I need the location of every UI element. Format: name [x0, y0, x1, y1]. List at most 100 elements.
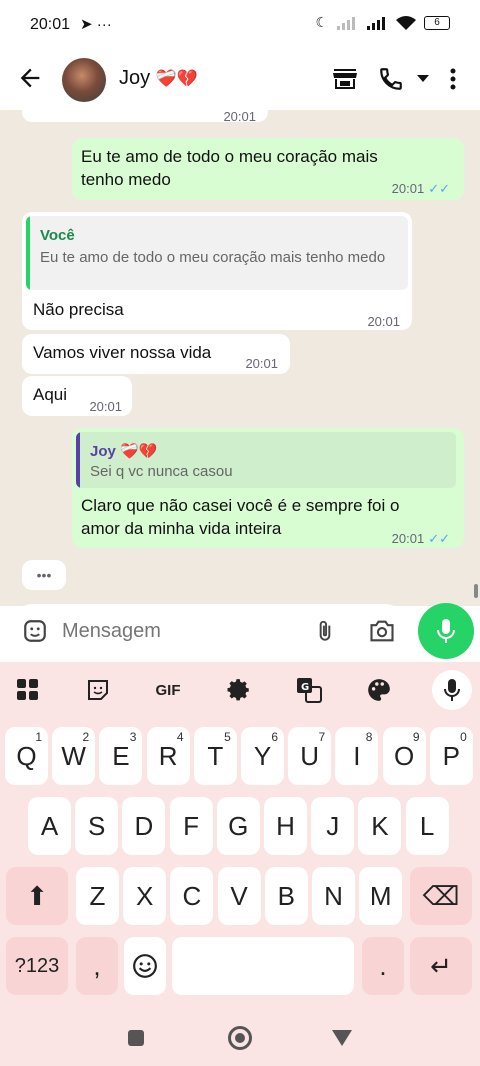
message-time: 20:01	[391, 181, 425, 196]
quote-text: Eu te amo de todo o meu coração mais ten…	[40, 249, 386, 266]
key-y[interactable]: Y6	[241, 727, 284, 785]
key-label: J	[326, 810, 340, 841]
key-hint: 0	[460, 730, 467, 744]
attach-paperclip-icon[interactable]	[312, 617, 338, 645]
mic-icon	[444, 679, 460, 701]
contact-name-block[interactable]: Joy ❤️‍🩹💔	[119, 67, 198, 90]
key-k[interactable]: K	[358, 797, 402, 855]
shift-key[interactable]: ⬆	[6, 867, 68, 925]
key-hint: 8	[365, 730, 373, 744]
status-time: 20:01	[30, 16, 71, 33]
call-dropdown-icon[interactable]	[408, 64, 438, 94]
key-q[interactable]: Q1	[5, 727, 48, 785]
translate-icon[interactable]: G	[291, 672, 327, 708]
key-b[interactable]: B	[264, 867, 308, 925]
message-input[interactable]	[62, 617, 292, 645]
sticker-icon[interactable]	[22, 618, 48, 644]
mic-icon	[437, 619, 455, 643]
gif-button[interactable]: GIF	[150, 672, 186, 708]
status-right-icons: ☾ 6	[315, 14, 450, 31]
read-ticks-icon: ✓✓	[428, 531, 450, 546]
sticker-icon[interactable]	[80, 672, 116, 708]
key-label: Q	[16, 740, 37, 771]
key-label: E	[112, 740, 130, 771]
quoted-message[interactable]: Joy ❤️‍🩹💔 Sei q vc nunca casou	[76, 432, 456, 488]
key-j[interactable]: J	[311, 797, 355, 855]
period-key[interactable]: .	[362, 937, 404, 995]
key-label: ↵	[430, 950, 452, 981]
key-label: B	[277, 880, 295, 911]
key-f[interactable]: F	[169, 797, 213, 855]
key-label: Y	[253, 740, 272, 771]
key-t[interactable]: T5	[193, 727, 237, 785]
read-ticks-icon: ✓✓	[428, 181, 450, 196]
symbols-key[interactable]: ?123	[6, 937, 68, 995]
key-hint: 7	[318, 730, 326, 744]
chat-area[interactable]: 20:01 Eu te amo de todo o meu coração ma…	[0, 110, 480, 606]
key-hint: 3	[129, 730, 137, 744]
key-m[interactable]: M	[359, 867, 403, 925]
message-time: 20:01	[223, 110, 256, 124]
key-s[interactable]: S	[75, 797, 119, 855]
key-a[interactable]: A	[28, 797, 71, 855]
key-v[interactable]: V	[217, 867, 261, 925]
key-n[interactable]: N	[312, 867, 355, 925]
message-bubble-incoming[interactable]: Vamos viver nossa vida 20:01	[22, 334, 290, 374]
key-hint: 6	[271, 730, 278, 744]
key-label: V	[230, 880, 248, 911]
more-menu-icon[interactable]	[438, 64, 468, 94]
key-i[interactable]: I8	[335, 727, 379, 785]
key-e[interactable]: E3	[99, 727, 143, 785]
key-p[interactable]: P0	[429, 727, 473, 785]
battery-icon: 6	[424, 15, 450, 30]
key-g[interactable]: G	[216, 797, 260, 855]
key-u[interactable]: U7	[288, 727, 332, 785]
camera-icon[interactable]	[368, 617, 396, 645]
recents-square-icon[interactable]	[128, 1030, 144, 1046]
enter-key[interactable]: ↵	[410, 937, 472, 995]
message-composer[interactable]	[8, 604, 410, 656]
key-o[interactable]: O9	[382, 727, 426, 785]
message-time: 20:01	[89, 399, 122, 414]
back-arrow-icon[interactable]	[16, 64, 44, 92]
key-label: ,	[93, 950, 101, 981]
keyboard-mic-button[interactable]	[432, 670, 472, 710]
scrollbar-thumb[interactable]	[474, 584, 478, 598]
apps-grid-icon[interactable]	[10, 672, 46, 708]
voice-message-button[interactable]	[418, 603, 474, 659]
key-label: M	[369, 880, 392, 911]
message-text: Vamos viver nossa vida	[33, 343, 212, 362]
key-z[interactable]: Z	[76, 867, 119, 925]
key-c[interactable]: C	[170, 867, 214, 925]
message-bubble-outgoing[interactable]: Joy ❤️‍🩹💔 Sei q vc nunca casou Claro que…	[72, 428, 464, 548]
key-l[interactable]: L	[405, 797, 449, 855]
theme-palette-icon[interactable]	[361, 672, 397, 708]
backspace-key[interactable]: ⌫	[410, 867, 472, 925]
message-bubble-incoming[interactable]: Aqui 20:01	[22, 376, 132, 416]
key-h[interactable]: H	[264, 797, 307, 855]
phone-icon[interactable]	[376, 64, 406, 94]
message-bubble-outgoing[interactable]: Eu te amo de todo o meu coração mais ten…	[72, 138, 464, 200]
message-bubble-partial[interactable]: 20:01	[22, 110, 268, 124]
key-d[interactable]: D	[122, 797, 166, 855]
comma-key[interactable]: ,	[76, 937, 118, 995]
shop-icon[interactable]	[330, 64, 360, 94]
key-label: W	[61, 740, 86, 771]
key-r[interactable]: R4	[146, 727, 190, 785]
space-key[interactable]	[172, 937, 354, 995]
settings-gear-icon[interactable]	[221, 672, 257, 708]
home-circle-icon[interactable]	[228, 1026, 252, 1050]
key-label: T	[207, 740, 224, 771]
key-label: S	[88, 810, 106, 841]
key-x[interactable]: X	[123, 867, 167, 925]
quoted-message[interactable]: Você Eu te amo de todo o meu coração mai…	[26, 216, 408, 290]
key-w[interactable]: W2	[52, 727, 96, 785]
key-label: Z	[89, 880, 106, 911]
key-label: O	[393, 740, 415, 771]
message-bubble-incoming[interactable]: Você Eu te amo de todo o meu coração mai…	[22, 212, 412, 330]
emoji-key[interactable]	[124, 937, 166, 995]
back-triangle-icon[interactable]	[332, 1030, 352, 1046]
svg-text:G: G	[301, 682, 309, 693]
contact-avatar[interactable]	[62, 58, 106, 102]
quote-bar	[76, 432, 80, 488]
